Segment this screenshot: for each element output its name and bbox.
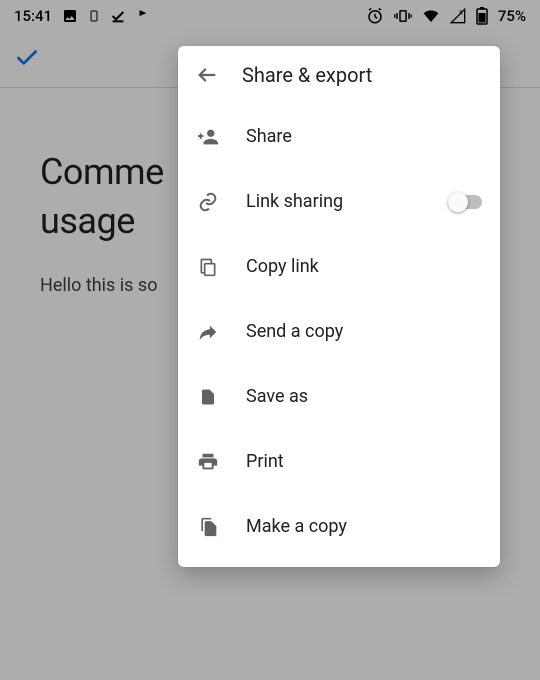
- menu-item-link-sharing[interactable]: Link sharing: [178, 169, 500, 234]
- menu-item-print[interactable]: Print: [178, 429, 500, 494]
- person-add-icon: [196, 126, 220, 148]
- menu-item-label: Link sharing: [246, 191, 422, 212]
- menu-item-send-copy[interactable]: Send a copy: [178, 299, 500, 364]
- file-icon: [196, 386, 220, 408]
- link-icon: [196, 191, 220, 213]
- back-arrow-icon[interactable]: [196, 64, 218, 86]
- panel-header: Share & export: [178, 46, 500, 104]
- menu-item-label: Make a copy: [246, 516, 482, 537]
- copy-icon: [196, 256, 220, 278]
- duplicate-file-icon: [196, 516, 220, 538]
- menu-item-label: Send a copy: [246, 321, 482, 342]
- panel-title: Share & export: [242, 63, 372, 87]
- menu-item-label: Copy link: [246, 256, 482, 277]
- send-icon: [196, 321, 220, 343]
- menu-item-label: Print: [246, 451, 482, 472]
- menu-item-make-copy[interactable]: Make a copy: [178, 494, 500, 559]
- menu-item-label: Share: [246, 126, 482, 147]
- menu-item-copy-link[interactable]: Copy link: [178, 234, 500, 299]
- share-export-panel: Share & export Share Link sharing Copy l…: [178, 46, 500, 567]
- link-sharing-toggle[interactable]: [448, 192, 482, 212]
- menu-item-label: Save as: [246, 386, 482, 407]
- menu-item-save-as[interactable]: Save as: [178, 364, 500, 429]
- print-icon: [196, 451, 220, 473]
- menu-item-share[interactable]: Share: [178, 104, 500, 169]
